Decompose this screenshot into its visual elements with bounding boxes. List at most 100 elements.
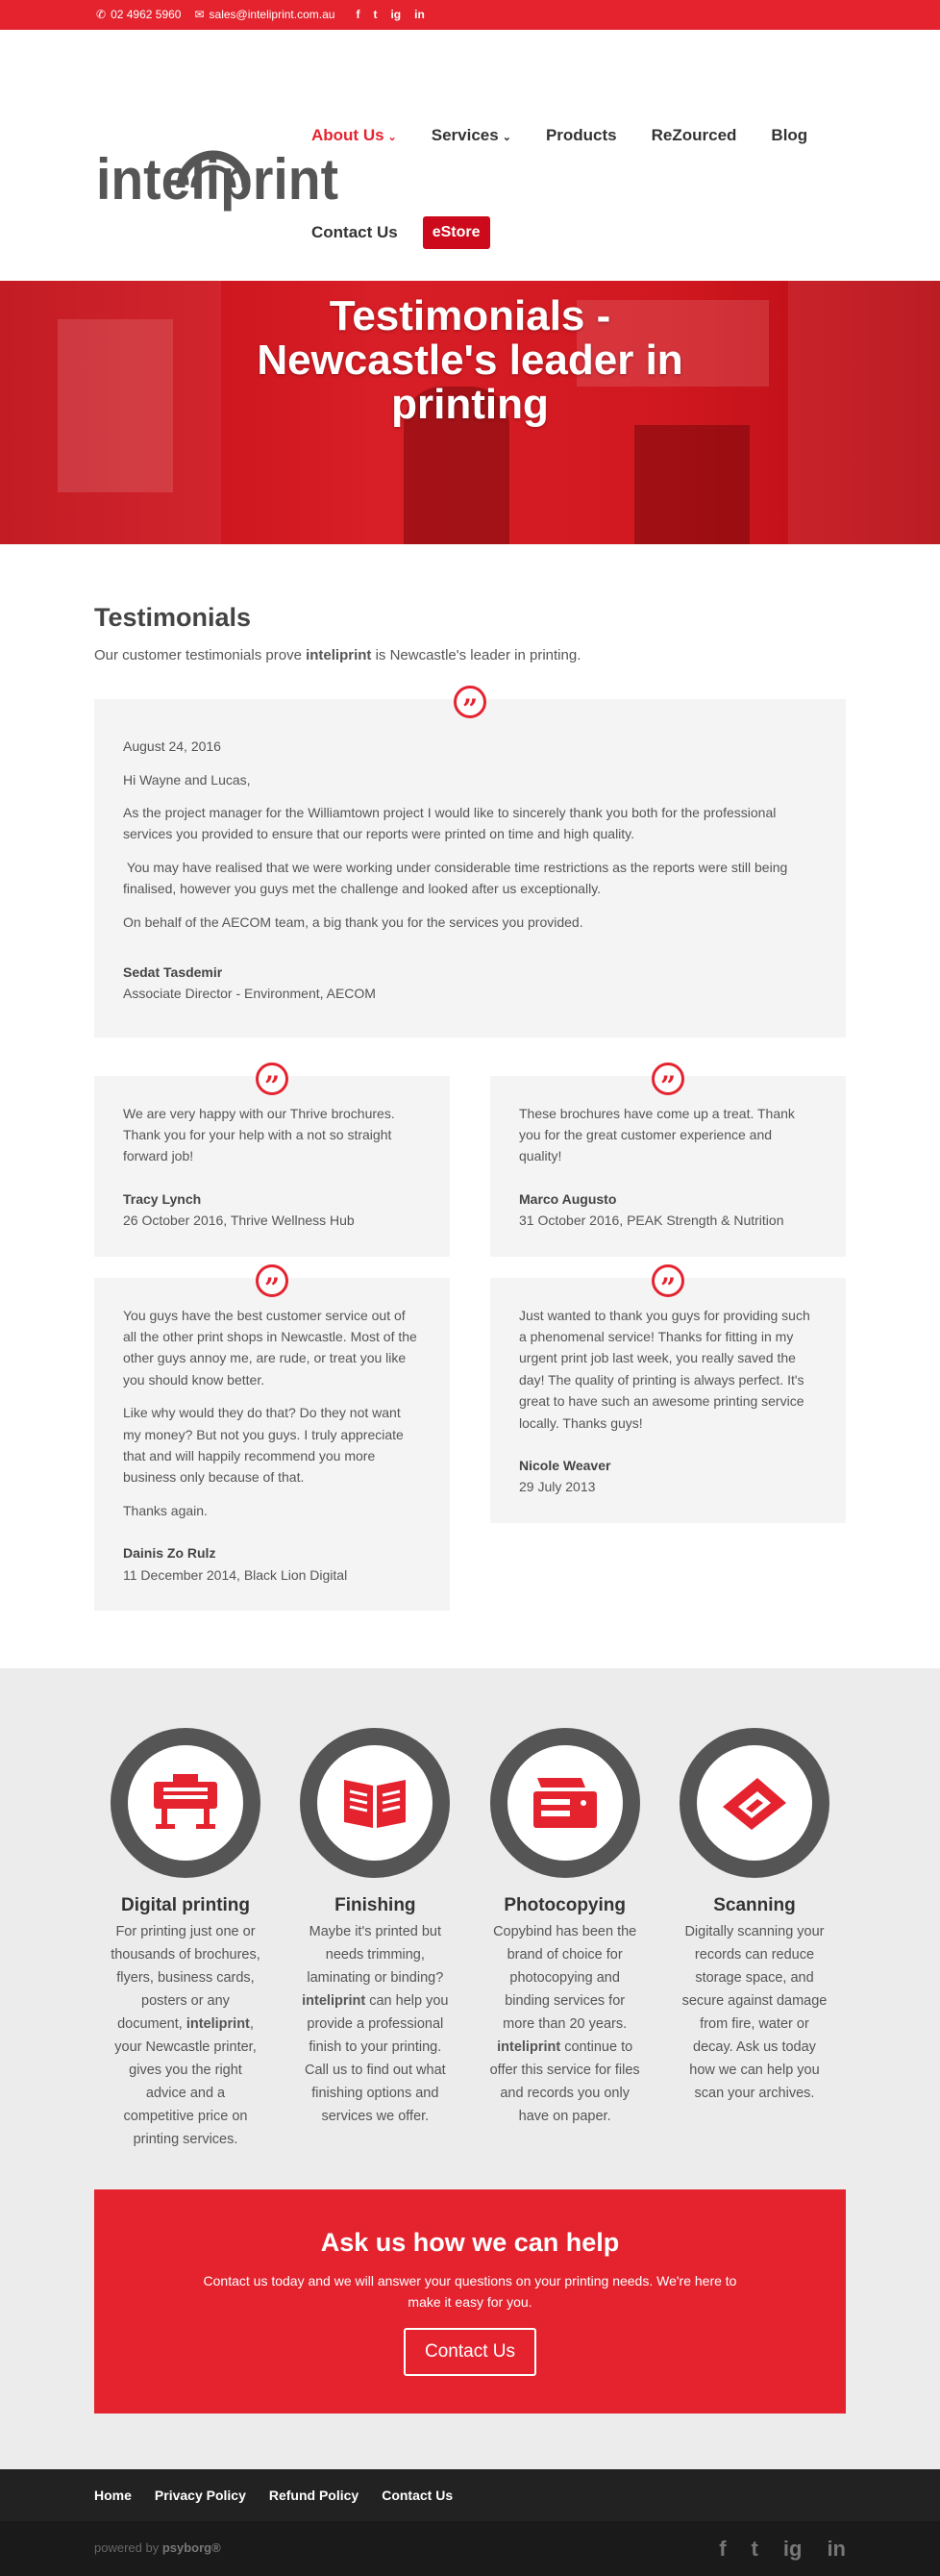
quote-icon: ” xyxy=(256,1263,288,1304)
testimonial-author: Nicole Weaver xyxy=(519,1458,611,1473)
footer-link-contact[interactable]: Contact Us xyxy=(382,2485,453,2506)
testimonial-author: Sedat Tasdemir xyxy=(123,963,223,980)
page-title: Testimonials xyxy=(94,603,252,632)
nav-about-us[interactable]: About Us ⌄ xyxy=(311,122,397,148)
cta-heading: Ask us how we can help xyxy=(320,2228,620,2258)
svg-text:inteliprint: inteliprint xyxy=(96,147,338,212)
testimonial-grid: ” We are very happy with our Thrive broc… xyxy=(94,1062,846,1611)
cta-subtext: Contact us today and we will answer your… xyxy=(203,2272,737,2310)
top-bar: ✆ 02 4962 5960 ✉ sales@inteliprint.com.a… xyxy=(0,0,940,30)
testimonial-text: We are very happy with our Thrive brochu… xyxy=(123,1105,395,1164)
footer-nav: Home Privacy Policy Refund Policy Contac… xyxy=(0,2469,940,2522)
site-header: inteliprint About Us ⌄ Services ⌄ Products… xyxy=(0,30,940,281)
testimonial-meta: 26 October 2016, Thrive Wellness Hub xyxy=(123,1213,355,1229)
testimonial-card: ” You guys have the best customer servic… xyxy=(94,1263,450,1611)
call-to-action: Ask us how we can help Contact us today … xyxy=(94,2189,846,2414)
email-item[interactable]: ✉ sales@inteliprint.com.au xyxy=(194,6,334,24)
logo[interactable]: inteliprint xyxy=(96,118,338,224)
footer-link-home[interactable]: Home xyxy=(94,2485,132,2506)
chevron-down-icon: ⌄ xyxy=(387,132,397,143)
service-title: Photocopying xyxy=(504,1894,626,1915)
testimonial-text: Thanks again. xyxy=(123,1502,208,1518)
services-row: Digital printing For printing just one o… xyxy=(94,1727,846,2151)
testimonial-column-right: ” These brochures have come up a treat. … xyxy=(490,1062,846,1611)
nav-blog[interactable]: Blog xyxy=(771,122,807,148)
psyborg-link[interactable]: psyborg® xyxy=(162,2540,221,2555)
services-section: Digital printing For printing just one o… xyxy=(0,1667,940,2470)
service-photocopying: Photocopying Copybind has been the brand… xyxy=(474,1727,656,2151)
service-icon-circle[interactable] xyxy=(111,1727,260,1878)
linkedin-icon[interactable]: in xyxy=(414,6,425,24)
printer-icon xyxy=(154,1773,217,1829)
testimonial-card: ” Just wanted to thank you guys for prov… xyxy=(490,1263,846,1523)
nav-contact-us[interactable]: Contact Us xyxy=(311,219,398,245)
intro-text: Our customer testimonials prove intelipr… xyxy=(94,647,581,664)
testimonial-text: Just wanted to thank you guys for provid… xyxy=(519,1307,810,1431)
quote-icon: ” xyxy=(652,1263,684,1304)
testimonial-meta: 29 July 2013 xyxy=(519,1479,596,1495)
instagram-icon[interactable]: ig xyxy=(390,6,401,24)
main-nav: About Us ⌄ Services ⌄ Products ReZourced B… xyxy=(311,122,807,148)
service-icon-circle[interactable] xyxy=(300,1727,451,1878)
quote-icon: ” xyxy=(256,1062,288,1102)
footer-link-privacy[interactable]: Privacy Policy xyxy=(155,2485,246,2506)
testimonial-date: August 24, 2016 xyxy=(123,738,221,755)
nav-rezourced[interactable]: ReZourced xyxy=(652,122,737,148)
testimonial-column-left: ” We are very happy with our Thrive broc… xyxy=(94,1062,450,1611)
footer-social-links: f t ig in xyxy=(719,2532,846,2565)
service-scanning: Scanning Digitally scanning your records… xyxy=(663,1727,846,2151)
envelope-icon: ✉ xyxy=(194,7,205,21)
nav-products[interactable]: Products xyxy=(546,122,617,148)
open-book-icon xyxy=(344,1779,407,1828)
service-icon-circle[interactable] xyxy=(679,1727,829,1878)
phone-number: 02 4962 5960 xyxy=(111,7,182,21)
footer-bottom: powered by psyborg® f t ig in xyxy=(0,2521,940,2576)
testimonial-card: ” These brochures have come up a treat. … xyxy=(490,1062,846,1257)
testimonial-card: ” We are very happy with our Thrive broc… xyxy=(94,1062,450,1257)
service-description: Digitally scanning your records can redu… xyxy=(681,1924,828,2102)
testimonial-paragraph: As the project manager for the Williamto… xyxy=(123,804,777,842)
phone-item[interactable]: ✆ 02 4962 5960 xyxy=(96,6,181,24)
service-icon-circle[interactable] xyxy=(489,1727,640,1878)
quote-icon: ” xyxy=(652,1062,684,1102)
linkedin-icon[interactable]: in xyxy=(827,2532,846,2565)
contact-us-button[interactable]: Contact Us xyxy=(404,2327,536,2376)
phone-icon: ✆ xyxy=(96,7,107,21)
service-description: For printing just one or thousands of br… xyxy=(111,1924,260,2148)
hero-banner: Testimonials - Newcastle's leader in pri… xyxy=(0,281,940,544)
instagram-icon[interactable]: ig xyxy=(783,2532,803,2565)
twitter-icon[interactable]: t xyxy=(752,2532,758,2565)
testimonial-paragraph: You may have realised that we were worki… xyxy=(123,859,792,897)
service-description: Maybe it's printed but needs trimming, l… xyxy=(302,1924,449,2125)
scanner-icon xyxy=(722,1777,786,1830)
featured-testimonial: ” August 24, 2016 Hi Wayne and Lucas, As… xyxy=(94,686,846,1038)
testimonial-text: These brochures have come up a treat. Th… xyxy=(519,1105,795,1164)
testimonial-text: You guys have the best customer service … xyxy=(123,1307,417,1388)
testimonial-meta: 31 October 2016, PEAK Strength & Nutriti… xyxy=(519,1213,784,1229)
testimonial-meta: 11 December 2014, Black Lion Digital xyxy=(123,1566,348,1583)
testimonials-section: Testimonials Our customer testimonials p… xyxy=(0,544,940,1611)
testimonial-role: Associate Director - Environment, AECOM xyxy=(123,986,376,1002)
testimonial-paragraph: On behalf of the AECOM team, a big thank… xyxy=(123,913,583,930)
service-title: Finishing xyxy=(334,1894,416,1915)
facebook-icon[interactable]: f xyxy=(356,6,359,24)
quote-icon: ” xyxy=(454,686,486,725)
nav-services[interactable]: Services ⌄ xyxy=(432,122,511,148)
testimonial-text: Like why would they do that? Do they not… xyxy=(123,1405,404,1486)
facebook-icon[interactable]: f xyxy=(719,2532,726,2565)
testimonial-author: Dainis Zo Rulz xyxy=(123,1545,216,1562)
email-address: sales@inteliprint.com.au xyxy=(209,7,335,21)
powered-by: powered by psyborg® xyxy=(94,2540,221,2556)
testimonial-greeting: Hi Wayne and Lucas, xyxy=(123,771,251,788)
service-description: Copybind has been the brand of choice fo… xyxy=(489,1924,640,2125)
hero-title: Testimonials - Newcastle's leader in pri… xyxy=(257,292,683,428)
chevron-down-icon: ⌄ xyxy=(502,132,511,143)
service-finishing: Finishing Maybe it's printed but needs t… xyxy=(284,1727,466,2151)
testimonial-author: Marco Augusto xyxy=(519,1190,617,1207)
footer-link-refund[interactable]: Refund Policy xyxy=(269,2485,359,2506)
estore-button[interactable]: eStore xyxy=(422,216,490,249)
top-social-links: f t ig in xyxy=(356,6,424,24)
twitter-icon[interactable]: t xyxy=(373,6,377,24)
secondary-nav: Contact Us eStore xyxy=(311,216,490,249)
testimonial-author: Tracy Lynch xyxy=(123,1190,202,1207)
